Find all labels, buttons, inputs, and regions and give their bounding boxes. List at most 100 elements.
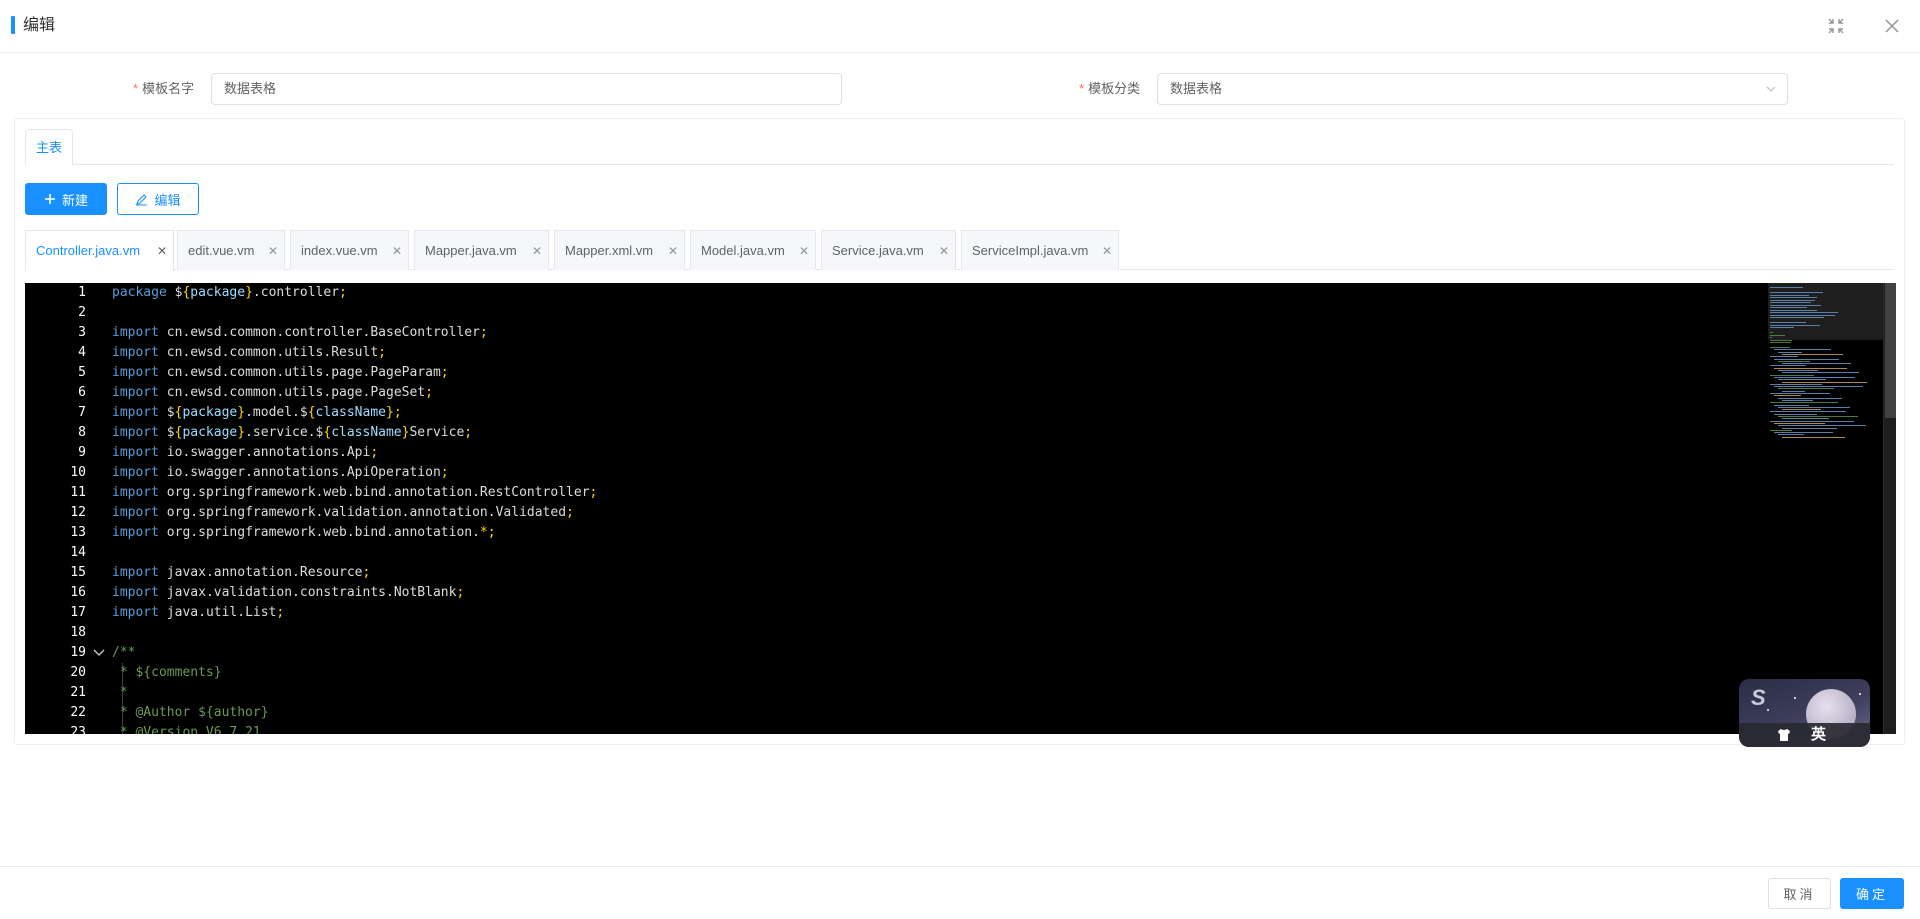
code-line[interactable]: 13 import org.springframework.web.bind.an…	[25, 523, 1825, 543]
code-text: * @Author ${author}	[112, 705, 269, 720]
compress-icon[interactable]	[1827, 17, 1845, 35]
line-number: 22	[70, 705, 86, 720]
code-line[interactable]: 6 import cn.ewsd.common.utils.page.PageSe…	[25, 383, 1825, 403]
code-line[interactable]: 15 import javax.annotation.Resource;	[25, 563, 1825, 583]
line-number: 14	[70, 545, 86, 560]
code-line[interactable]: 17 import java.util.List;	[25, 603, 1825, 623]
line-number: 8	[78, 425, 86, 440]
minimap-line	[1778, 397, 1842, 399]
editor-scrollbar[interactable]	[1883, 283, 1896, 734]
minimap-line	[1770, 342, 1791, 343]
code-text: import org.springframework.validation.an…	[112, 505, 574, 520]
code-line[interactable]: 10 import io.swagger.annotations.ApiOpera…	[25, 463, 1825, 483]
minimap-line	[1770, 411, 1846, 413]
minimap-line	[1778, 416, 1858, 417]
tab-main-table[interactable]: 主表	[25, 129, 74, 165]
line-number: 21	[70, 685, 86, 700]
template-name-input[interactable]: 数据表格	[211, 73, 842, 105]
close-icon[interactable]: ✕	[157, 231, 167, 271]
code-line[interactable]: 1 package ${package}.controller;	[25, 283, 1825, 303]
new-button[interactable]: 新建	[25, 183, 107, 215]
template-name-label: * 模板名字	[133, 81, 195, 96]
code-line[interactable]: 21 *	[25, 683, 1825, 703]
scrollbar-thumb[interactable]	[1885, 283, 1896, 418]
minimap-line	[1774, 395, 1801, 397]
code-line[interactable]: 7 import ${package}.model.${className};	[25, 403, 1825, 423]
line-number: 16	[70, 585, 86, 600]
minimap-line	[1770, 307, 1808, 308]
close-icon[interactable]: ✕	[532, 231, 542, 271]
code-text: import cn.ewsd.common.controller.BaseCon…	[112, 325, 488, 340]
line-number: 2	[78, 305, 86, 320]
line-number: 5	[78, 365, 86, 380]
edit-button[interactable]: 编辑	[117, 183, 199, 215]
code-line[interactable]: 22 * @Author ${author}	[25, 703, 1825, 723]
code-text: import cn.ewsd.common.utils.Result;	[112, 345, 386, 360]
line-number: 13	[70, 525, 86, 540]
code-editor[interactable]: 1 package ${package}.controller; 2 3 import …	[25, 283, 1896, 734]
line-number: 23	[70, 725, 86, 734]
editor-minimap[interactable]	[1768, 283, 1883, 734]
code-text: import org.springframework.web.bind.anno…	[112, 525, 496, 540]
template-category-select[interactable]: 数据表格	[1157, 73, 1788, 105]
code-text: import io.swagger.annotations.ApiOperati…	[112, 465, 449, 480]
cancel-button[interactable]: 取消	[1768, 878, 1831, 909]
skin-icon[interactable]	[1776, 727, 1792, 743]
minimap-line	[1770, 304, 1821, 306]
code-line[interactable]: 18	[25, 623, 1825, 643]
minimap-line	[1770, 292, 1823, 293]
code-text: import java.util.List;	[112, 605, 285, 620]
minimap-line	[1770, 287, 1803, 288]
minimap-line	[1774, 349, 1831, 351]
code-text: /**	[112, 645, 136, 660]
code-text: import io.swagger.annotations.Api;	[112, 445, 379, 460]
file-tab-service-java[interactable]: Service.java.vm ✕	[821, 230, 956, 270]
code-line[interactable]: 3 import cn.ewsd.common.controller.BaseCo…	[25, 323, 1825, 343]
code-line[interactable]: 8 import ${package}.service.${className}S…	[25, 423, 1825, 443]
minimap-line	[1770, 294, 1809, 296]
ime-mode-label[interactable]: 英	[1811, 723, 1826, 744]
file-tab-index-vue[interactable]: index.vue.vm ✕	[290, 230, 409, 270]
code-line[interactable]: 11 import org.springframework.web.bind.an…	[25, 483, 1825, 503]
confirm-button[interactable]: 确定	[1840, 878, 1904, 909]
minimap-line	[1782, 390, 1805, 392]
line-number: 15	[70, 565, 86, 580]
minimap-line	[1778, 351, 1802, 353]
close-icon[interactable]: ✕	[268, 231, 278, 271]
close-icon[interactable]: ✕	[392, 231, 402, 271]
file-tab-edit-vue[interactable]: edit.vue.vm ✕	[177, 230, 285, 270]
file-tab-mapper-xml[interactable]: Mapper.xml.vm ✕	[554, 230, 685, 270]
file-tab-mapper-java[interactable]: Mapper.java.vm ✕	[414, 230, 549, 270]
close-icon[interactable]: ✕	[799, 231, 809, 271]
minimap-line	[1770, 337, 1773, 338]
close-icon[interactable]: ✕	[939, 231, 949, 271]
close-icon[interactable]	[1883, 17, 1901, 35]
file-tabs: Controller.java.vm ✕ edit.vue.vm ✕ index.v…	[25, 230, 1894, 271]
minimap-line	[1778, 434, 1804, 436]
code-line[interactable]: 12 import org.springframework.validation.…	[25, 503, 1825, 523]
code-line[interactable]: 4 import cn.ewsd.common.utils.Result;	[25, 343, 1825, 363]
code-line[interactable]: 16 import javax.validation.constraints.No…	[25, 583, 1825, 603]
minimap-line	[1782, 427, 1837, 429]
file-tab-controller[interactable]: Controller.java.vm ✕	[25, 230, 174, 271]
ime-logo: S	[1751, 685, 1766, 710]
code-line[interactable]: 5 import cn.ewsd.common.utils.page.PagePa…	[25, 363, 1825, 383]
ime-widget[interactable]: S 英	[1739, 679, 1870, 747]
line-number: 1	[78, 285, 86, 300]
code-line[interactable]: 20 * ${comments}	[25, 663, 1825, 683]
minimap-line	[1770, 299, 1816, 301]
code-line[interactable]: 9 import io.swagger.annotations.Api;	[25, 443, 1825, 463]
code-line[interactable]: 14	[25, 543, 1825, 563]
minimap-line	[1782, 353, 1843, 355]
file-tab-serviceimpl-java[interactable]: ServiceImpl.java.vm ✕	[961, 230, 1119, 270]
line-number: 11	[70, 485, 86, 500]
close-icon[interactable]: ✕	[668, 231, 678, 271]
line-number: 10	[70, 465, 86, 480]
code-line[interactable]: 2	[25, 303, 1825, 323]
close-icon[interactable]: ✕	[1102, 231, 1112, 271]
minimap-line	[1782, 363, 1851, 365]
minimap-line	[1770, 297, 1818, 298]
code-line[interactable]: 19 /**	[25, 643, 1825, 663]
file-tab-model-java[interactable]: Model.java.vm ✕	[690, 230, 816, 270]
code-line[interactable]: 23 * @Version V6.7.21	[25, 723, 1825, 734]
